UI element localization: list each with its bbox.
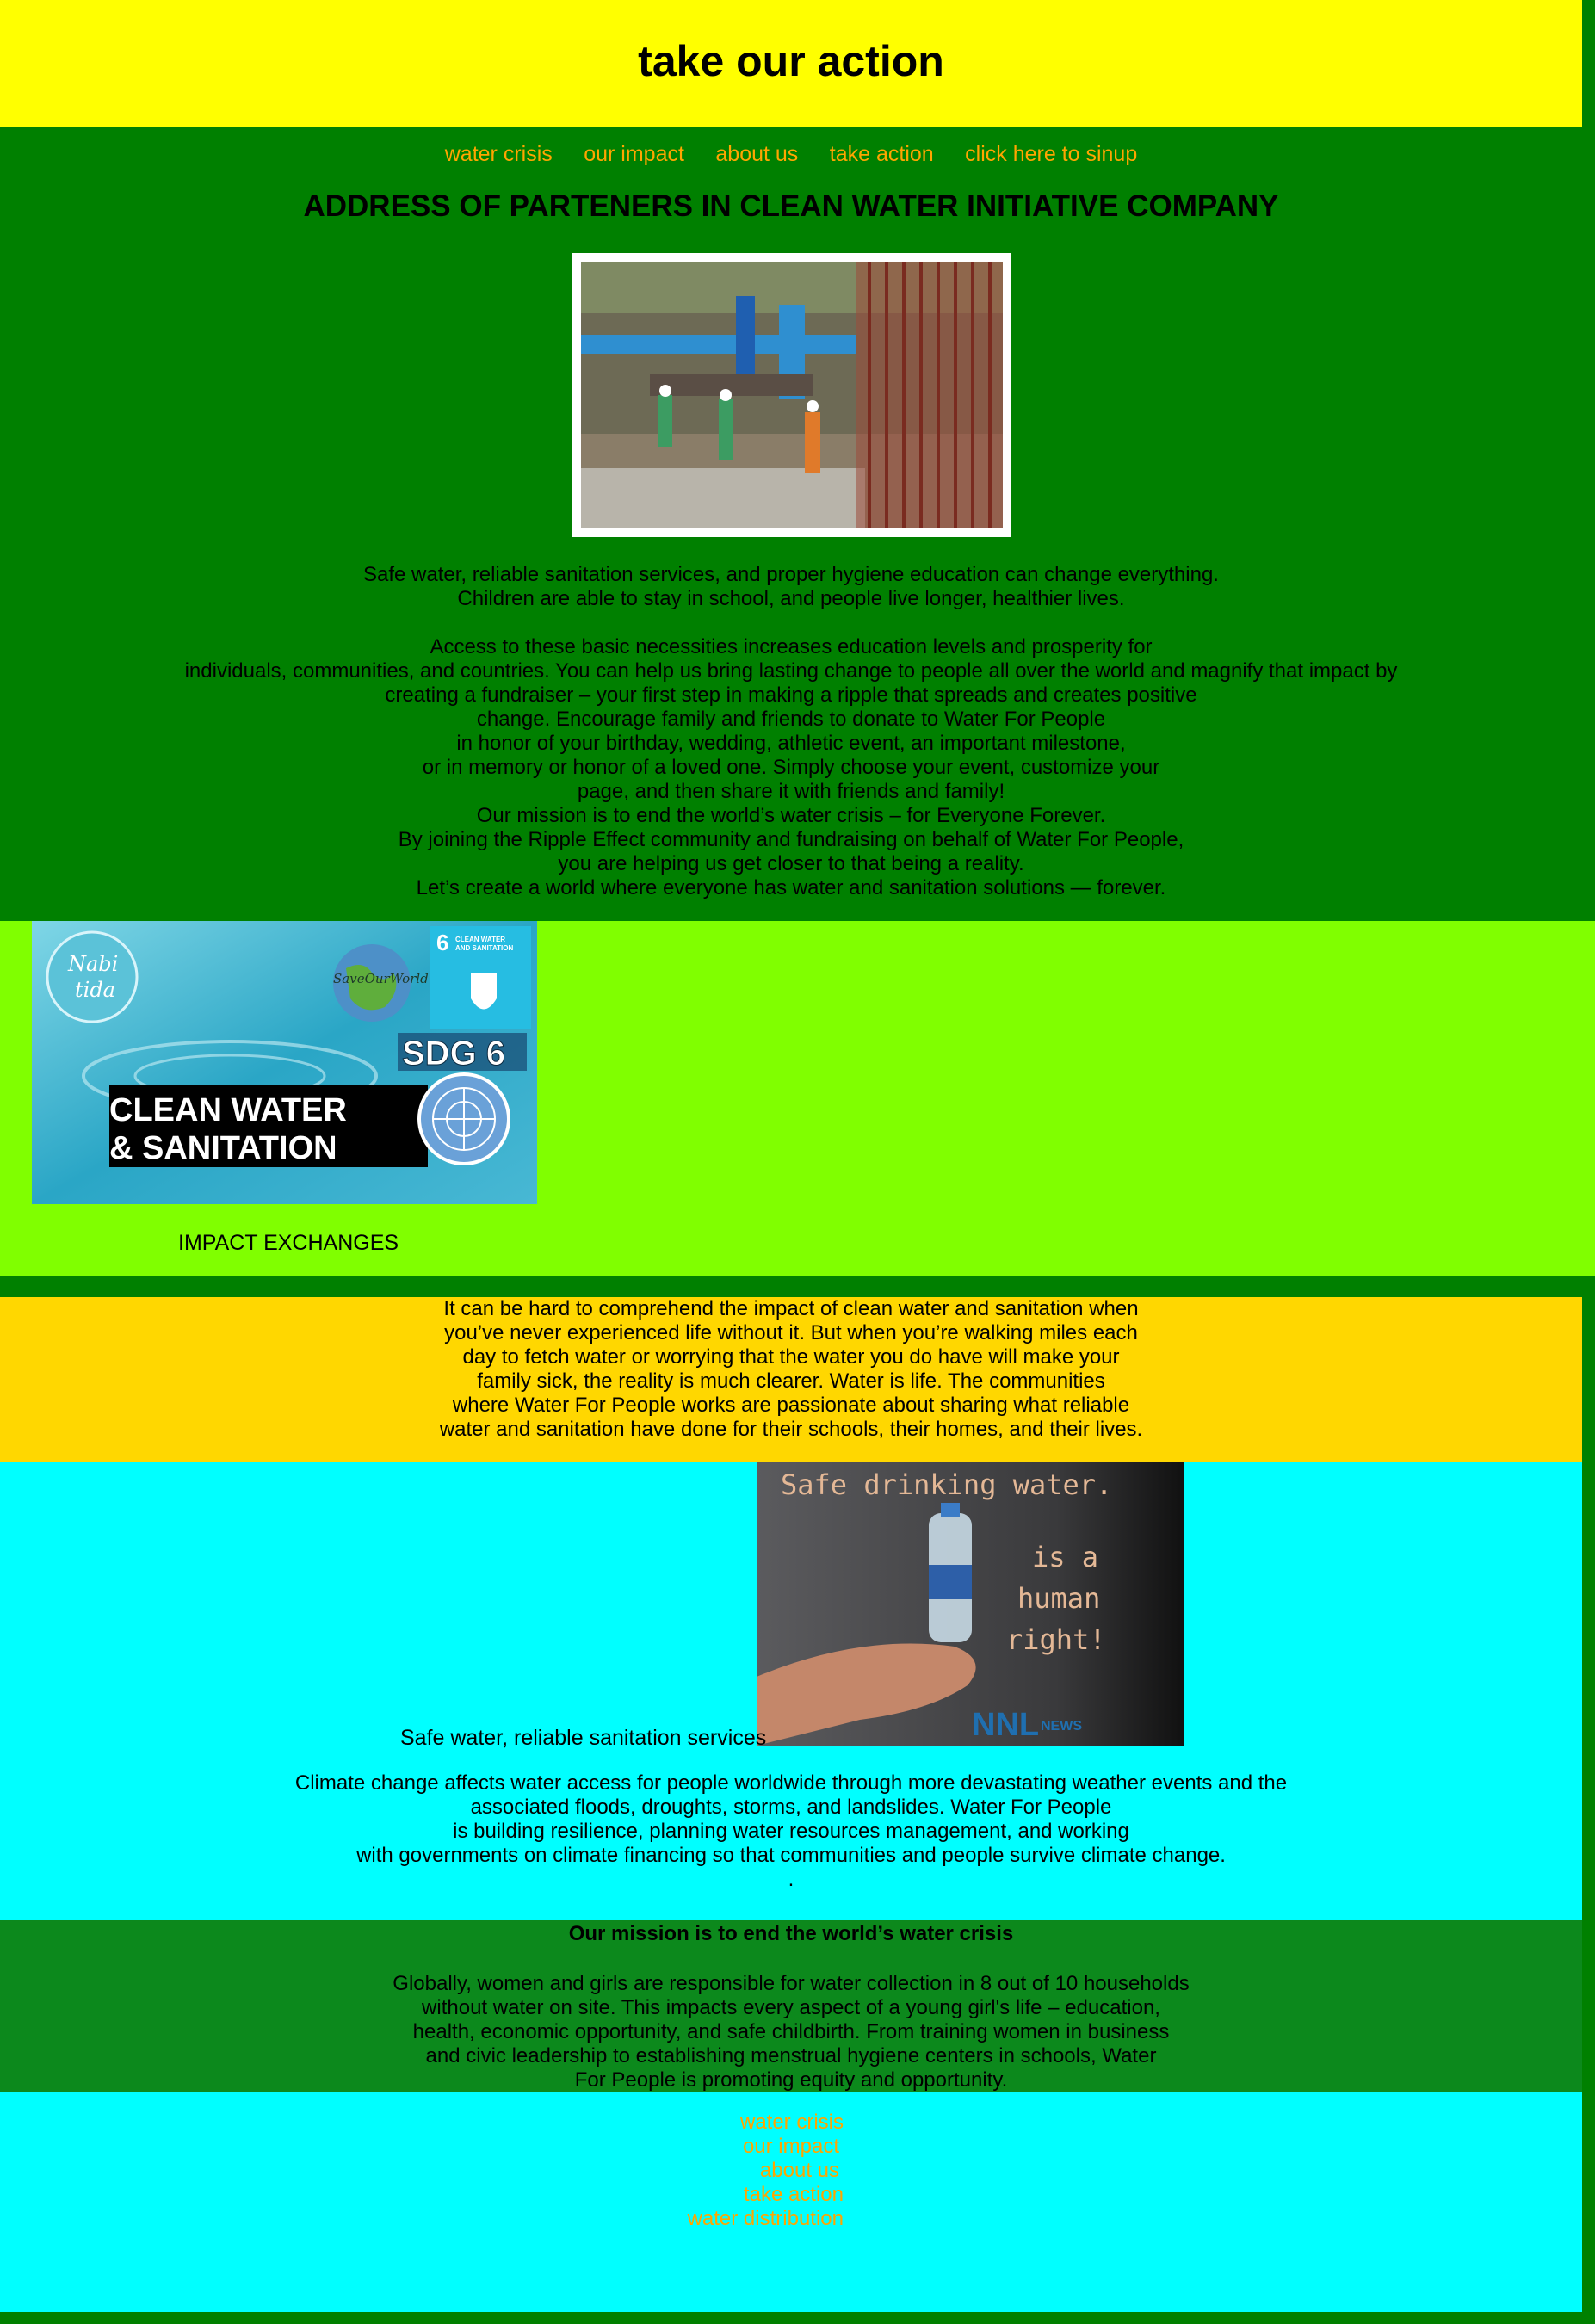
footer-nav: water crisis our impact about us take ac…: [0, 2111, 844, 2231]
footer-link-take-action[interactable]: take action: [0, 2183, 844, 2207]
mission-heading: Our mission is to end the world’s water …: [568, 1922, 1014, 1945]
clean-water-sdg-image: Nabi tida SaveOurWorld 6 CLEAN WATER AND…: [32, 921, 537, 1204]
svg-text:AND SANITATION: AND SANITATION: [455, 944, 513, 952]
intro-text: Safe water, reliable sanitation services…: [184, 563, 1398, 899]
page-header: take our action: [0, 0, 1582, 127]
nnl-logo: NNL: [972, 1707, 1039, 1743]
safe-water-caption: Safe water, reliable sanitation services: [400, 1726, 767, 1750]
nav-water-crisis[interactable]: water crisis: [445, 142, 553, 167]
nav-take-action[interactable]: take action: [830, 142, 934, 167]
svg-text:6: 6: [436, 930, 448, 955]
image-text-line1: Safe drinking water.: [781, 1468, 1112, 1501]
save-our-world-text: SaveOurWorld: [333, 971, 429, 986]
impact-exchanges-caption: IMPACT EXCHANGES: [178, 1231, 399, 1255]
sdg6-label: SDG 6: [402, 1035, 505, 1072]
banner-line1: CLEAN WATER: [109, 1092, 347, 1128]
top-nav: water crisis our impact about us take ac…: [0, 127, 1582, 179]
nav-signup[interactable]: click here to sinup: [965, 142, 1137, 167]
rights-section: Safe drinking water. is a human right! N…: [0, 1462, 1582, 1920]
sdg-banner-section: Nabi tida SaveOurWorld 6 CLEAN WATER AND…: [0, 921, 1595, 1276]
footer: water crisis our impact about us take ac…: [0, 2092, 1582, 2312]
climate-text: Climate change affects water access for …: [294, 1771, 1288, 1891]
svg-text:right!: right!: [1006, 1623, 1106, 1656]
nav-about-us[interactable]: about us: [715, 142, 798, 167]
banner-line2: & SANITATION: [109, 1130, 337, 1166]
impact-section: It can be hard to comprehend the impact …: [0, 1297, 1582, 1462]
section-heading: ADDRESS OF PARTENERS IN CLEAN WATER INIT…: [303, 189, 1279, 223]
footer-link-water-crisis[interactable]: water crisis: [0, 2111, 844, 2135]
nabi-tida-logo: Nabi: [67, 952, 118, 976]
mission-section: Our mission is to end the world’s water …: [0, 1920, 1582, 2092]
safe-drinking-water-image: Safe drinking water. is a human right! N…: [757, 1462, 1184, 1746]
svg-text:CLEAN WATER: CLEAN WATER: [455, 936, 505, 943]
footer-link-water-distribution[interactable]: water distribution: [0, 2207, 844, 2231]
svg-text:tida: tida: [75, 978, 115, 1002]
mission-text: Globally, women and girls are responsibl…: [393, 1972, 1190, 2092]
impact-text: It can be hard to comprehend the impact …: [439, 1297, 1143, 1441]
pipeline-workers-photo: [572, 253, 1011, 537]
svg-text:NEWS: NEWS: [1041, 1719, 1082, 1734]
footer-link-about-us[interactable]: about us: [0, 2159, 839, 2183]
nav-our-impact[interactable]: our impact: [584, 142, 684, 167]
page-title: take our action: [638, 37, 944, 85]
footer-link-our-impact[interactable]: our impact: [0, 2135, 839, 2159]
svg-text:is a: is a: [1032, 1541, 1098, 1573]
svg-text:human: human: [1017, 1582, 1100, 1615]
